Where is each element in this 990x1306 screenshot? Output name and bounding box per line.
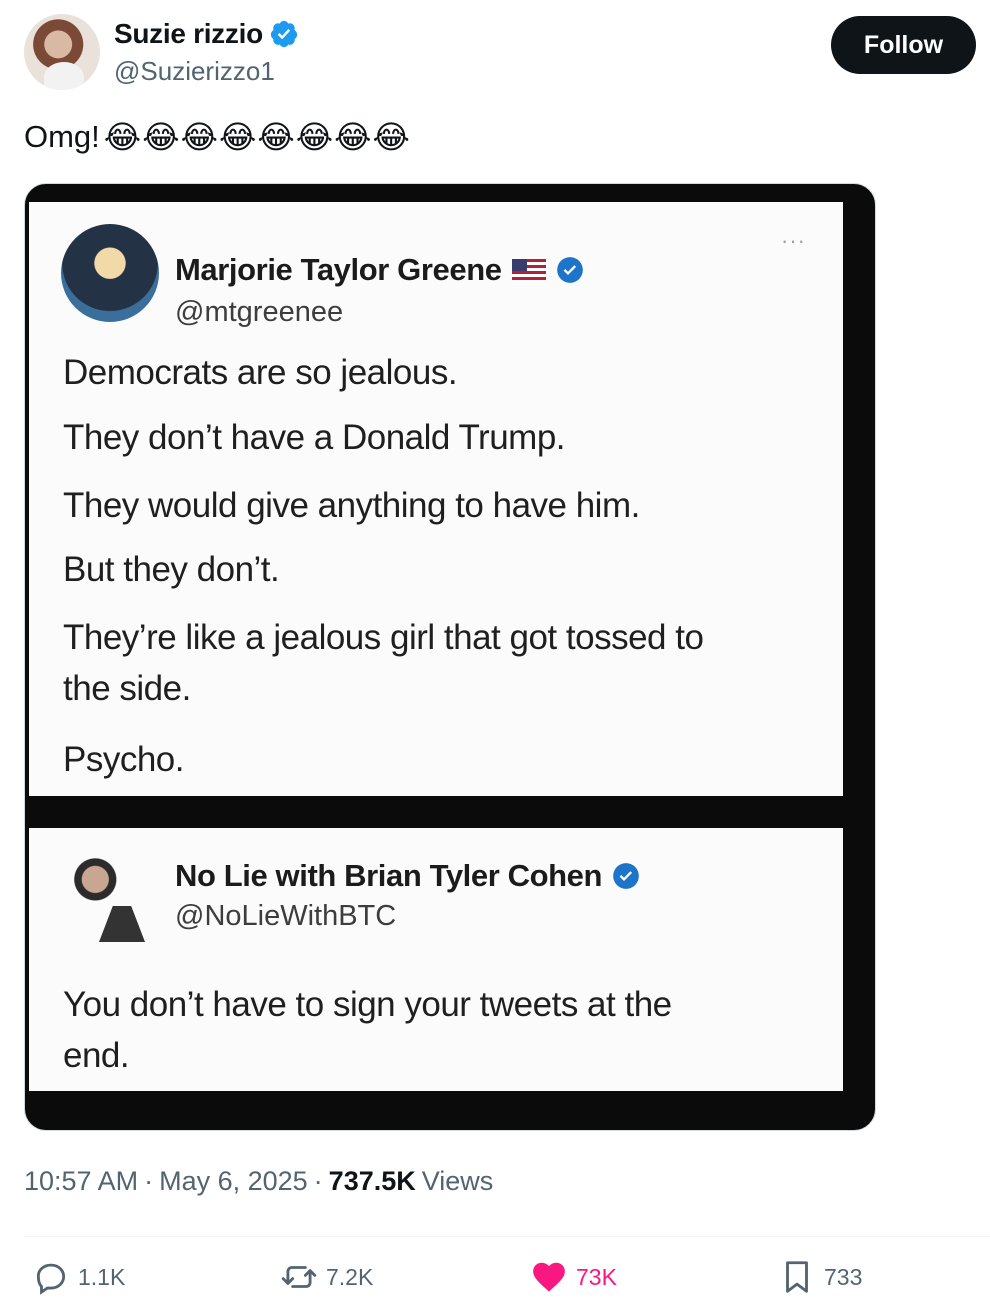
repost-count: 7.2K [326, 1263, 374, 1290]
embedded-handle-1: @mtgreenee [175, 296, 344, 328]
embedded-post-2: No Lie with Brian Tyler Cohen @NoLieWith… [29, 828, 843, 1091]
follow-button[interactable]: Follow [831, 16, 976, 74]
tweet-date[interactable]: May 6, 2025 [159, 1166, 308, 1197]
meta-separator: · [313, 1166, 323, 1196]
tweet-text: Omg! 😂😂😂😂😂😂😂😂 [24, 118, 411, 156]
bookmark-button[interactable]: 733 [778, 1258, 862, 1296]
repost-button[interactable]: 7.2K [280, 1258, 373, 1296]
embedded-line: end. [63, 1036, 130, 1075]
tweet-meta: 10:57 AM · May 6, 2025 · 737.5K Views [24, 1166, 493, 1197]
views-label: Views [421, 1166, 494, 1196]
verified-badge-icon [613, 863, 639, 889]
divider [24, 1236, 990, 1237]
author-handle[interactable]: @Suzierizzo1 [114, 56, 275, 87]
verified-badge-icon [556, 257, 583, 283]
embedded-line: the side. [63, 669, 191, 708]
author-name[interactable]: Suzie rizzio [114, 18, 263, 50]
more-icon: ··· [781, 228, 806, 253]
embedded-line: They don’t have a Donald Trump. [63, 418, 566, 457]
embedded-handle-2: @NoLieWithBTC [175, 900, 397, 932]
tweet-time[interactable]: 10:57 AM [24, 1166, 138, 1197]
embedded-name-row-2: No Lie with Brian Tyler Cohen [175, 858, 640, 894]
author-name-row: Suzie rizzio [114, 18, 299, 50]
reply-button[interactable]: 1.1K [32, 1258, 125, 1296]
us-flag-icon [511, 259, 546, 281]
bookmark-icon [786, 1261, 808, 1293]
embedded-avatar-2 [61, 850, 159, 948]
bookmark-count: 733 [824, 1263, 863, 1290]
repost-icon [281, 1266, 317, 1288]
embedded-name-1: Marjorie Taylor Greene [175, 252, 502, 287]
embedded-line: Psycho. [63, 740, 185, 779]
reply-count: 1.1K [78, 1263, 126, 1290]
tweet-body: Omg! [24, 119, 100, 154]
embedded-line: They’re like a jealous girl that got tos… [63, 618, 704, 657]
embedded-line: Democrats are so jealous. [63, 353, 458, 392]
embedded-post-1: Marjorie Taylor Greene @mtgreenee ··· De… [29, 202, 843, 796]
embedded-line: You don’t have to sign your tweets at th… [63, 985, 672, 1024]
tweet-image[interactable]: Marjorie Taylor Greene @mtgreenee ··· De… [24, 183, 876, 1131]
embedded-line: They would give anything to have him. [63, 486, 640, 525]
heart-filled-icon [533, 1262, 565, 1292]
embedded-line: But they don’t. [63, 550, 280, 589]
embedded-name-2: No Lie with Brian Tyler Cohen [175, 858, 603, 893]
like-count: 73K [576, 1263, 617, 1290]
verified-badge-icon [270, 20, 297, 48]
reply-icon [36, 1263, 66, 1295]
author-avatar[interactable] [24, 14, 100, 90]
embedded-avatar-1 [61, 224, 159, 322]
views-count: 737.5K [328, 1166, 416, 1196]
like-button[interactable]: 73K [530, 1258, 617, 1296]
embedded-name-row-1: Marjorie Taylor Greene [175, 252, 584, 288]
meta-separator: · [144, 1166, 154, 1196]
tweet-emoji: 😂😂😂😂😂😂😂😂 [103, 119, 411, 155]
